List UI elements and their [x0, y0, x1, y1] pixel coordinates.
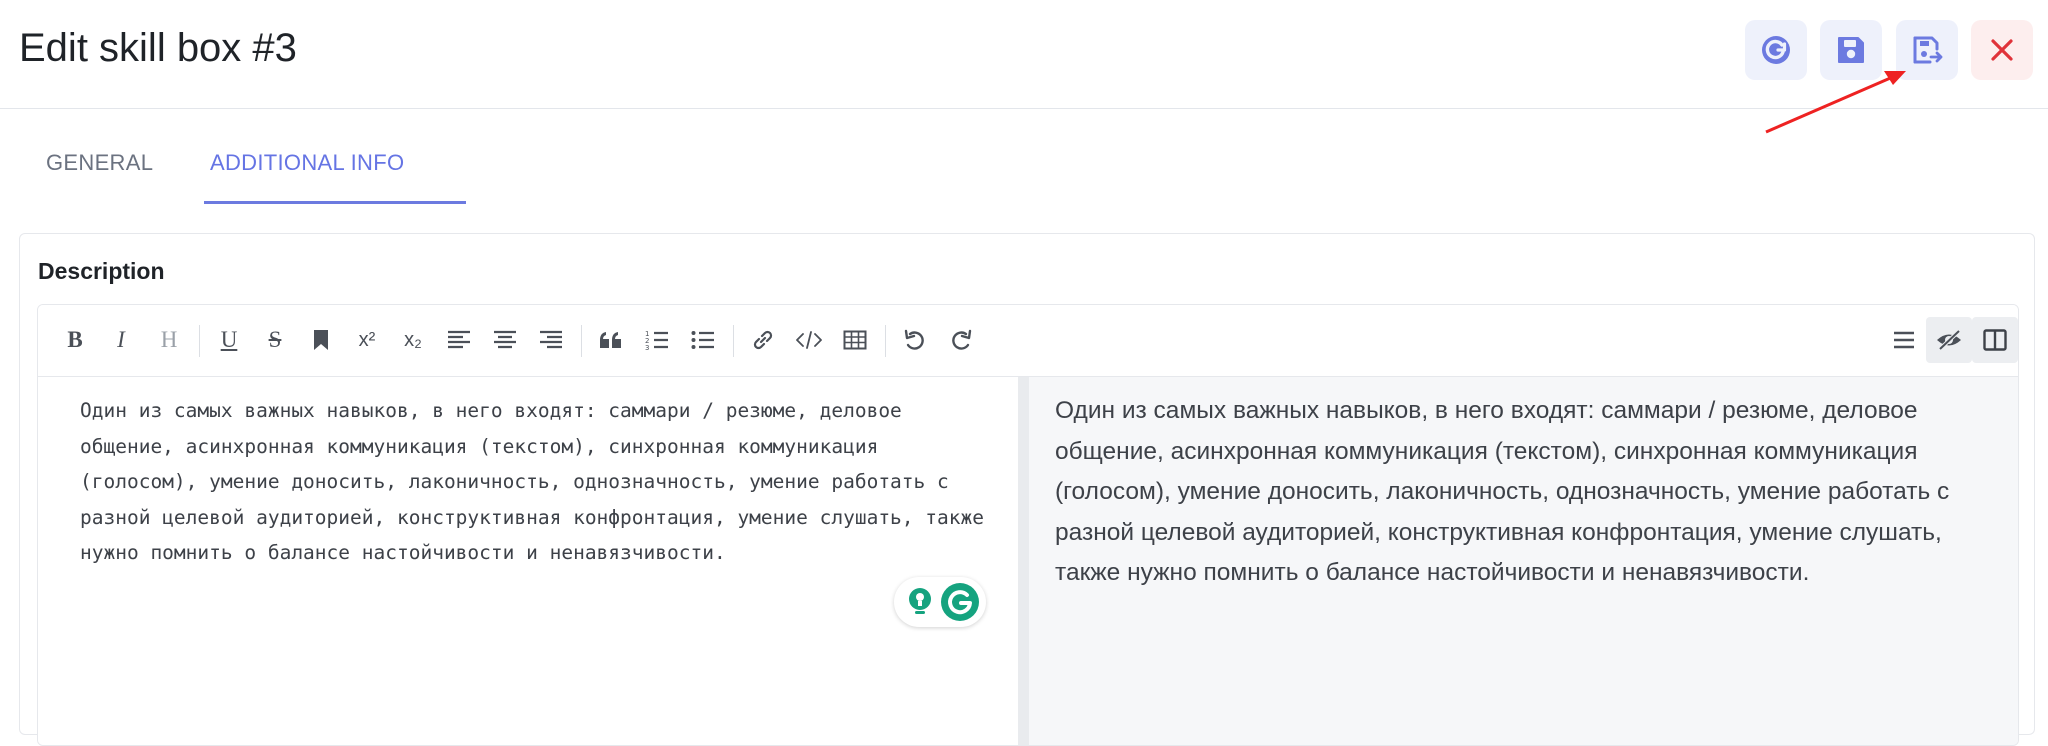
mark-button[interactable] [304, 323, 338, 357]
description-preview-text: Один из самых важных навыков, в него вхо… [1055, 397, 1950, 587]
table-button[interactable] [838, 323, 872, 357]
link-icon [753, 330, 773, 350]
align-left-button[interactable] [442, 323, 476, 357]
side-by-side-button[interactable] [1972, 317, 2018, 363]
superscript-button[interactable]: x² [350, 323, 384, 357]
align-center-icon [494, 330, 516, 349]
description-card: Description B I H U S x² x₂ 1 2 3 Один и… [19, 233, 2035, 746]
description-source-text[interactable]: Один из самых важных навыков, в него вхо… [80, 393, 1000, 571]
menu-button[interactable] [1887, 323, 1921, 357]
toolbar-separator [733, 325, 734, 357]
markdown-editor: B I H U S x² x₂ 123 Один из самых важных… [37, 304, 2019, 746]
quote-button[interactable] [594, 323, 628, 357]
active-tab-indicator [204, 201, 466, 204]
toolbar-separator [581, 325, 582, 357]
pane-divider[interactable] [1018, 377, 1029, 745]
subscript-button[interactable]: x₂ [396, 323, 430, 357]
markdown-source-pane[interactable]: Один из самых важных навыков, в него вхо… [38, 377, 1018, 745]
redo-icon [952, 329, 972, 350]
bullet-list-button[interactable] [686, 323, 720, 357]
align-right-icon [540, 330, 562, 349]
toolbar-separator [199, 325, 200, 357]
redo-button[interactable] [944, 323, 978, 357]
bold-button[interactable]: B [58, 323, 92, 357]
align-left-icon [448, 330, 470, 349]
toggle-preview-button[interactable] [1926, 317, 1972, 363]
description-label: Description [38, 258, 165, 284]
ordered-list-button[interactable]: 123 [640, 323, 674, 357]
quote-icon [600, 332, 621, 348]
columns-icon [1983, 329, 2007, 351]
align-center-button[interactable] [488, 323, 522, 357]
editor-toolbar: B I H U S x² x₂ 123 [38, 305, 2018, 377]
tab-additional-info[interactable]: ADDITIONAL INFO [210, 150, 404, 176]
link-button[interactable] [746, 323, 780, 357]
code-icon [796, 331, 822, 349]
align-right-button[interactable] [534, 323, 568, 357]
code-button[interactable] [792, 323, 826, 357]
strikethrough-button[interactable]: S [258, 323, 292, 357]
grammarly-widget[interactable] [894, 577, 986, 627]
hamburger-menu-icon [1894, 331, 1914, 349]
italic-button[interactable]: I [104, 323, 138, 357]
ordered-list-icon: 123 [645, 330, 668, 351]
heading-button[interactable]: H [152, 323, 186, 357]
markdown-preview-pane: Один из самых важных навыков, в него вхо… [1029, 377, 2018, 745]
tab-general[interactable]: GENERAL [46, 150, 153, 176]
grammarly-g-icon [941, 583, 979, 621]
bookmark-icon [314, 330, 328, 350]
bullet-list-icon [691, 331, 714, 349]
table-icon [843, 330, 867, 350]
svg-text:3: 3 [645, 344, 649, 351]
annotation-arrow-icon [1765, 71, 1906, 134]
undo-button[interactable] [898, 323, 932, 357]
eye-slash-icon [1937, 329, 1961, 351]
toolbar-separator [885, 325, 886, 357]
lightbulb-icon [909, 588, 931, 614]
undo-icon [904, 329, 924, 350]
underline-button[interactable]: U [212, 323, 246, 357]
